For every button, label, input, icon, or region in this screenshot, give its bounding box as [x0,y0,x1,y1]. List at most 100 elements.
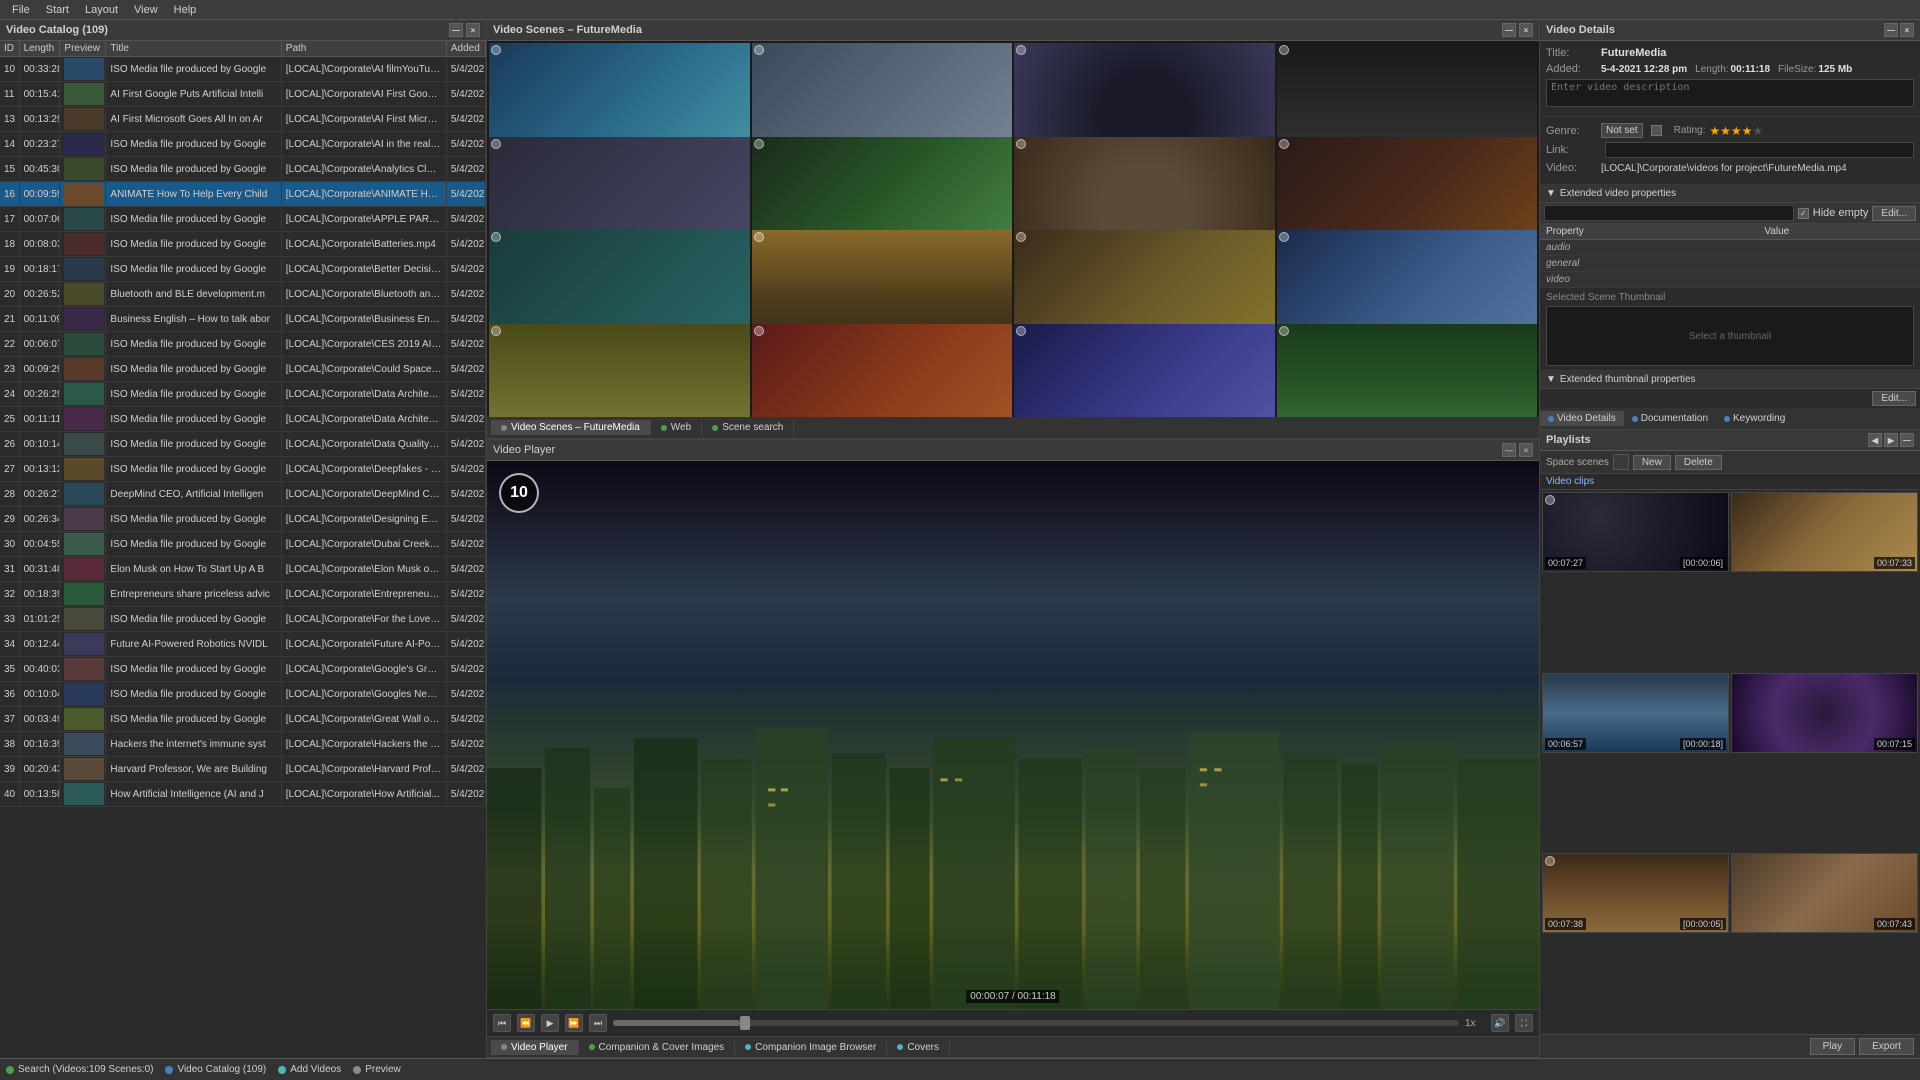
player-minimize-btn[interactable]: — [1502,443,1516,457]
catalog-scroll[interactable]: ID Length Preview Title Path Added 10 00… [0,41,486,1058]
catalog-minimize-btn[interactable]: — [449,23,463,37]
tab-image-browser[interactable]: Companion Image Browser [735,1040,887,1055]
table-row[interactable]: 15 00:45:30 ISO Media file produced by G… [0,157,486,182]
scene-thumb-15[interactable] [1014,324,1275,418]
scene-thumb-14[interactable] [752,324,1013,418]
clip-4[interactable]: 00:07:15 [1731,673,1918,753]
col-length[interactable]: Length [19,41,60,57]
tab-video-details[interactable]: Video Details [1540,411,1624,426]
menu-start[interactable]: Start [38,2,77,18]
col-preview[interactable]: Preview [60,41,106,57]
clip-2[interactable]: 00:07:33 [1731,492,1918,572]
playlists-arrow-right[interactable]: ▶ [1884,433,1898,447]
scenes-minimize-btn[interactable]: — [1502,23,1516,37]
hide-empty-checkbox[interactable]: ✓ [1798,208,1809,219]
table-row[interactable]: 22 00:06:07 ISO Media file produced by G… [0,332,486,357]
col-added[interactable]: Added [446,41,485,57]
table-row[interactable]: 19 00:18:17 ISO Media file produced by G… [0,257,486,282]
table-row[interactable]: 38 00:16:39 Hackers the internet's immun… [0,732,486,757]
genre-value[interactable]: Not set [1601,123,1643,138]
table-row[interactable]: 20 00:26:52 Bluetooth and BLE developmen… [0,282,486,307]
table-row[interactable]: 39 00:20:43 Harvard Professor, We are Bu… [0,757,486,782]
table-row[interactable]: 32 00:18:39 Entrepreneurs share priceles… [0,582,486,607]
space-scenes-toggle[interactable] [1613,454,1629,470]
rating-stars[interactable]: ★★★★ [1709,124,1752,138]
tab-keywording[interactable]: Keywording [1716,411,1793,426]
catalog-close-btn[interactable]: × [466,23,480,37]
menu-view[interactable]: View [126,2,166,18]
player-prev-btn[interactable]: ⏪ [517,1014,535,1032]
player-close-btn[interactable]: × [1519,443,1533,457]
table-row[interactable]: 11 00:15:41 AI First Google Puts Artific… [0,82,486,107]
tab-video-scenes[interactable]: Video Scenes – FutureMedia [491,420,651,435]
status-add-videos[interactable]: Add Videos [278,1064,341,1075]
scene-thumb-16[interactable] [1277,324,1538,418]
table-row[interactable]: 31 00:31:48 Elon Musk on How To Start Up… [0,557,486,582]
tab-documentation[interactable]: Documentation [1624,411,1716,426]
player-progress-bar[interactable] [613,1020,1459,1026]
ext-props-header[interactable]: ▼ Extended video properties [1540,185,1920,203]
table-row[interactable]: 27 00:13:12 ISO Media file produced by G… [0,457,486,482]
table-row[interactable]: 29 00:26:34 ISO Media file produced by G… [0,507,486,532]
edit-props-btn[interactable]: Edit... [1872,206,1916,221]
filter-input[interactable] [1544,205,1794,221]
playlists-arrow-left[interactable]: ◀ [1868,433,1882,447]
prop-col-value[interactable]: Value [1758,224,1920,240]
menu-layout[interactable]: Layout [77,2,126,18]
menu-file[interactable]: File [4,2,38,18]
prop-col-property[interactable]: Property [1540,224,1758,240]
table-row[interactable]: 40 00:13:58 How Artificial Intelligence … [0,782,486,807]
edit-thumb-btn[interactable]: Edit... [1872,391,1916,406]
col-title[interactable]: Title [106,41,281,57]
tab-covers[interactable]: Covers [887,1040,950,1055]
player-skip-back-btn[interactable]: ⏮ [493,1014,511,1032]
tab-scene-search[interactable]: Scene search [702,420,794,435]
playlists-minimize-btn[interactable]: — [1900,433,1914,447]
link-input[interactable] [1605,142,1914,158]
status-preview[interactable]: Preview [353,1064,401,1075]
clip-3[interactable]: 00:06:57 [00:00:18] [1542,673,1729,753]
table-row[interactable]: 23 00:09:29 ISO Media file produced by G… [0,357,486,382]
clip-6[interactable]: 00:07:43 [1731,853,1918,933]
clip-5[interactable]: 00:07:38 [00:00:05] [1542,853,1729,933]
scenes-close-btn[interactable]: × [1519,23,1533,37]
table-row[interactable]: 34 00:12:44 Future AI-Powered Robotics N… [0,632,486,657]
genre-checkbox[interactable] [1651,125,1662,136]
scene-thumb-13[interactable] [489,324,750,418]
table-row[interactable]: 36 00:10:04 ISO Media file produced by G… [0,682,486,707]
player-next-btn[interactable]: ⏩ [565,1014,583,1032]
table-row[interactable]: 18 00:08:03 ISO Media file produced by G… [0,232,486,257]
details-minimize-btn[interactable]: — [1884,23,1898,37]
ext-thumb-header[interactable]: ▼ Extended thumbnail properties [1540,371,1920,389]
table-row[interactable]: 33 01:01:25 ISO Media file produced by G… [0,607,486,632]
tab-video-player[interactable]: Video Player [491,1040,579,1055]
player-progress-handle[interactable] [740,1016,750,1030]
table-row[interactable]: 14 00:23:27 ISO Media file produced by G… [0,132,486,157]
play-btn[interactable]: Play [1810,1038,1855,1055]
table-row[interactable]: 17 00:07:06 ISO Media file produced by G… [0,207,486,232]
table-row[interactable]: 37 00:03:49 ISO Media file produced by G… [0,707,486,732]
table-row[interactable]: 21 00:11:09 Business English – How to ta… [0,307,486,332]
table-row[interactable]: 28 00:26:27 DeepMind CEO, Artificial Int… [0,482,486,507]
clip-1[interactable]: 00:07:27 [00:00:06] [1542,492,1729,572]
player-volume-btn[interactable]: 🔊 [1491,1014,1509,1032]
description-input[interactable] [1546,79,1914,107]
player-skip-fwd-btn[interactable]: ⏭ [589,1014,607,1032]
new-playlist-btn[interactable]: New [1633,455,1671,470]
player-play-btn[interactable]: ▶ [541,1014,559,1032]
table-row[interactable]: 24 00:26:29 ISO Media file produced by G… [0,382,486,407]
tab-companion-cover[interactable]: Companion & Cover Images [579,1040,736,1055]
table-row[interactable]: 10 00:33:28 ISO Media file produced by G… [0,57,486,82]
export-btn[interactable]: Export [1859,1038,1914,1055]
table-row[interactable]: 35 00:40:03 ISO Media file produced by G… [0,657,486,682]
table-row[interactable]: 25 00:11:11 ISO Media file produced by G… [0,407,486,432]
col-path[interactable]: Path [281,41,446,57]
col-id[interactable]: ID [0,41,19,57]
table-row[interactable]: 30 00:04:55 ISO Media file produced by G… [0,532,486,557]
status-search[interactable]: Search (Videos:109 Scenes:0) [6,1064,153,1075]
status-catalog[interactable]: Video Catalog (109) [165,1064,266,1075]
details-close-btn[interactable]: × [1900,23,1914,37]
player-fullscreen-btn[interactable]: ⛶ [1515,1014,1533,1032]
table-row[interactable]: 13 00:13:29 AI First Microsoft Goes All … [0,107,486,132]
delete-playlist-btn[interactable]: Delete [1675,455,1722,470]
